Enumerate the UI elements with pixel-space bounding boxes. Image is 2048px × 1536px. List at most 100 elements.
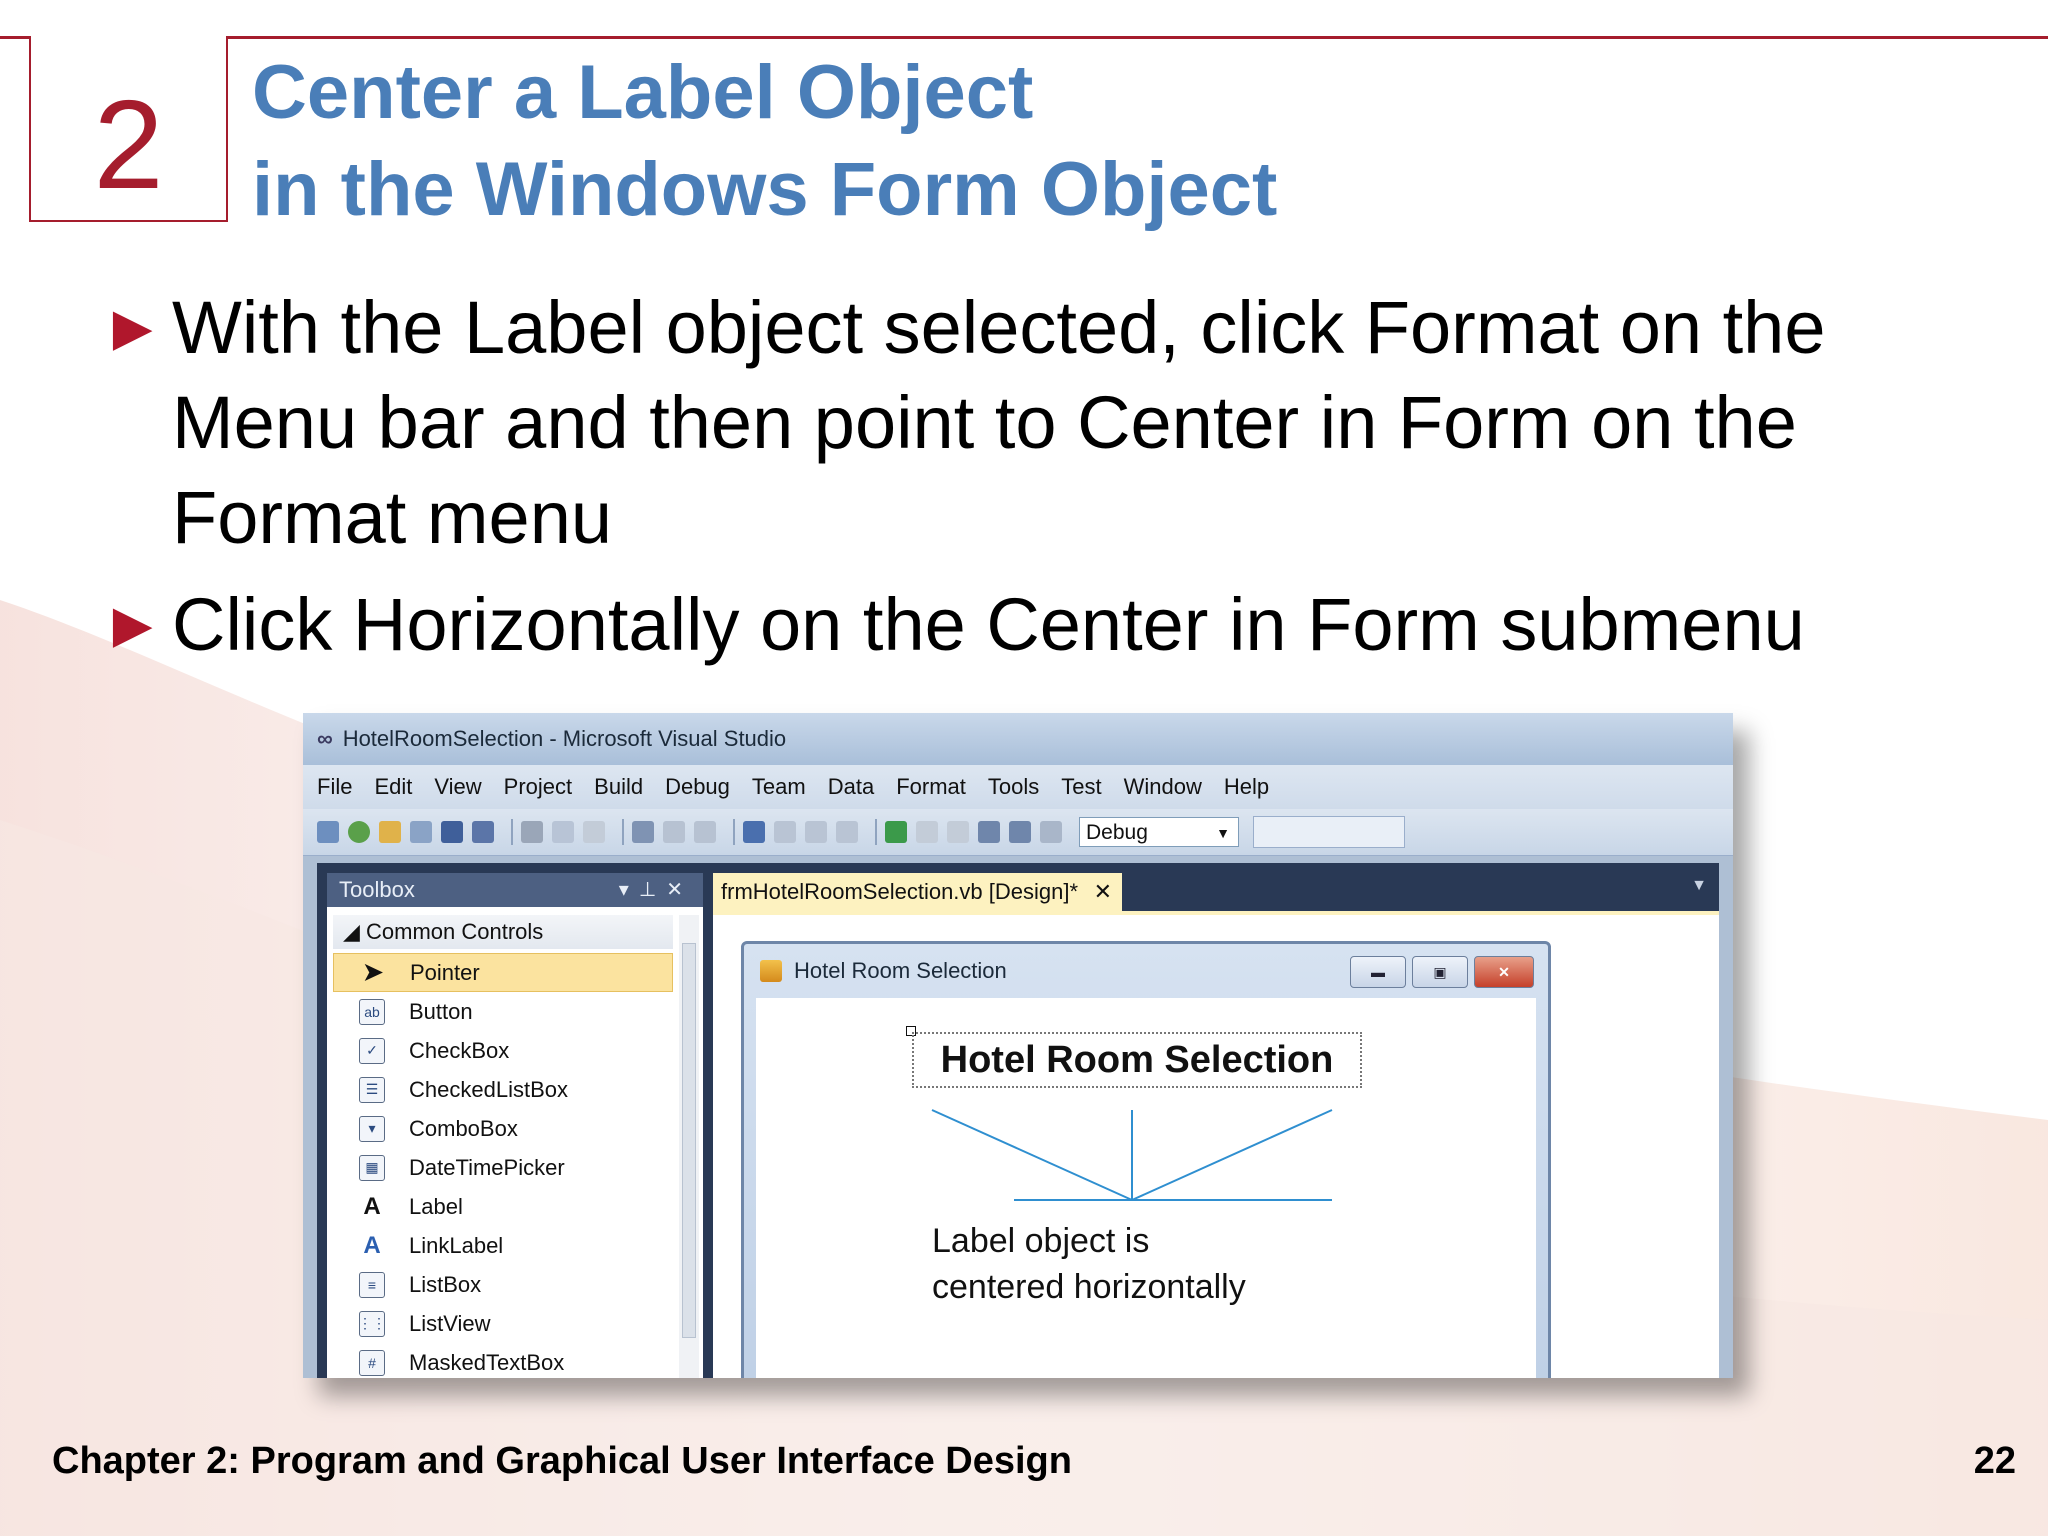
paste-icon[interactable]	[583, 821, 605, 843]
close-icon[interactable]: ✕	[1094, 873, 1112, 911]
solution-config-select[interactable]: Debug ▼	[1079, 817, 1239, 847]
toolbox-item-label[interactable]: A Label	[333, 1187, 673, 1226]
toolbox-item-label: ListView	[409, 1310, 491, 1336]
chevron-down-icon[interactable]: ▼	[1691, 877, 1707, 895]
form-icon	[760, 960, 782, 982]
menu-tools[interactable]: Tools	[988, 774, 1039, 800]
navigate-forward-icon[interactable]	[836, 821, 858, 843]
breakpoint-icon[interactable]	[1009, 821, 1031, 843]
menu-window[interactable]: Window	[1124, 774, 1202, 800]
toolbox-item-listview[interactable]: ⋮⋮ ListView	[333, 1304, 673, 1343]
toolbox-item-label: ComboBox	[409, 1115, 518, 1141]
start-debugging-icon[interactable]	[885, 821, 907, 843]
design-canvas: Hotel Room Selection ▬ ▣ ✕ Hotel Room Se…	[713, 911, 1719, 1378]
toolbox-scrollbar[interactable]	[679, 915, 699, 1378]
toolbox-panel: Toolbox ▾⊥✕ ◢ Common Controls ➤ Pointer …	[327, 873, 703, 1378]
chevron-down-icon: ▼	[1216, 825, 1230, 841]
header-rule	[0, 36, 2048, 39]
toolbox-window-controls[interactable]: ▾⊥✕	[619, 873, 693, 907]
navigate-back-icon[interactable]	[805, 821, 827, 843]
minimize-icon[interactable]: ▬	[1350, 956, 1406, 988]
menu-project[interactable]: Project	[504, 774, 572, 800]
toolbar-separator	[511, 819, 513, 845]
vs-toolbar: Debug ▼	[303, 809, 1733, 856]
toolbox-list: ➤ Pointer ab Button ✓ CheckBox ☰ Checked…	[333, 953, 673, 1378]
callout-text: Label object is centered horizontally	[932, 1218, 1246, 1310]
platform-select[interactable]	[1253, 816, 1405, 848]
menu-edit[interactable]: Edit	[374, 774, 412, 800]
toolbox-item-label: ListBox	[409, 1271, 482, 1297]
checkbox-icon: ✓	[359, 1037, 385, 1064]
grid-icon[interactable]	[410, 821, 432, 843]
indent-icon[interactable]	[1040, 821, 1062, 843]
windows-form[interactable]: Hotel Room Selection ▬ ▣ ✕ Hotel Room Se…	[741, 941, 1551, 1378]
save-all-icon[interactable]	[472, 821, 494, 843]
stop-icon[interactable]	[947, 821, 969, 843]
new-project-icon[interactable]	[317, 821, 339, 843]
pause-icon[interactable]	[916, 821, 938, 843]
toolbox-group-label: Common Controls	[366, 919, 544, 944]
document-tabstrip: frmHotelRoomSelection.vb [Design]* ✕ ▼	[713, 873, 1719, 911]
cut-icon[interactable]	[521, 821, 543, 843]
label-icon: A	[363, 1192, 381, 1220]
add-item-icon[interactable]	[348, 821, 370, 843]
vs-titlebar: ∞ HotelRoomSelection - Microsoft Visual …	[303, 713, 1733, 765]
toolbox-group-common-controls[interactable]: ◢ Common Controls	[333, 915, 673, 949]
menu-team[interactable]: Team	[752, 774, 806, 800]
menu-view[interactable]: View	[434, 774, 481, 800]
redo-icon[interactable]	[774, 821, 796, 843]
slide-title-line1: Center a Label Object	[252, 50, 1034, 135]
step-icon[interactable]	[978, 821, 1000, 843]
menu-debug[interactable]: Debug	[665, 774, 730, 800]
copy-icon[interactable]	[552, 821, 574, 843]
close-icon[interactable]: ✕	[1474, 956, 1534, 988]
vs-menubar: File Edit View Project Build Debug Team …	[303, 765, 1733, 809]
find-icon[interactable]	[632, 821, 654, 843]
bullet-arrow-icon: ►	[100, 290, 166, 364]
callout-lines	[931, 1109, 1333, 1201]
form-window-buttons: ▬ ▣ ✕	[1344, 956, 1534, 988]
menu-build[interactable]: Build	[594, 774, 643, 800]
callout-line2: centered horizontally	[932, 1268, 1246, 1306]
open-folder-icon[interactable]	[379, 821, 401, 843]
undo-icon[interactable]	[743, 821, 765, 843]
toolbox-item-checkbox[interactable]: ✓ CheckBox	[333, 1031, 673, 1070]
pointer-icon: ➤	[362, 959, 384, 986]
menu-format[interactable]: Format	[896, 774, 966, 800]
bullet-item: ► With the Label object selected, click …	[100, 280, 2020, 565]
solution-config-value: Debug	[1086, 821, 1148, 844]
tab-label: frmHotelRoomSelection.vb [Design]*	[721, 879, 1079, 904]
toolbox-item-linklabel[interactable]: A LinkLabel	[333, 1226, 673, 1265]
uncomment-icon[interactable]	[694, 821, 716, 843]
toolbox-item-combobox[interactable]: ▾ ComboBox	[333, 1109, 673, 1148]
menu-test[interactable]: Test	[1061, 774, 1101, 800]
toolbox-item-maskedtextbox[interactable]: # MaskedTextBox	[333, 1343, 673, 1378]
toolbar-separator	[875, 819, 877, 845]
bullet-text: Click Horizontally on the Center in Form…	[172, 583, 1805, 666]
menu-data[interactable]: Data	[828, 774, 874, 800]
bullet-list: ► With the Label object selected, click …	[100, 280, 2020, 684]
toolbar-separator	[733, 819, 735, 845]
maximize-icon[interactable]: ▣	[1412, 956, 1468, 988]
toolbox-item-checkedlistbox[interactable]: ☰ CheckedListBox	[333, 1070, 673, 1109]
listbox-icon: ≡	[359, 1271, 385, 1298]
toolbox-item-pointer[interactable]: ➤ Pointer	[333, 953, 673, 992]
menu-help[interactable]: Help	[1224, 774, 1269, 800]
toolbox-item-label: CheckedListBox	[409, 1076, 568, 1102]
toolbox-item-button[interactable]: ab Button	[333, 992, 673, 1031]
toolbox-item-label: Label	[409, 1193, 463, 1219]
linklabel-icon: A	[363, 1231, 381, 1259]
menu-file[interactable]: File	[317, 774, 352, 800]
slide-title-line2: in the Windows Form Object	[252, 147, 1278, 232]
checkedlistbox-icon: ☰	[359, 1076, 385, 1103]
toolbox-item-label: CheckBox	[409, 1037, 510, 1063]
bullet-text: With the Label object selected, click Fo…	[172, 286, 1826, 559]
toolbox-item-listbox[interactable]: ≡ ListBox	[333, 1265, 673, 1304]
save-icon[interactable]	[441, 821, 463, 843]
callout-line1: Label object is	[932, 1222, 1150, 1260]
chapter-number-box: 2	[29, 36, 228, 222]
toolbox-item-datetimepicker[interactable]: ▦ DateTimePicker	[333, 1148, 673, 1187]
tab-form-design[interactable]: frmHotelRoomSelection.vb [Design]* ✕	[713, 873, 1123, 911]
comment-icon[interactable]	[663, 821, 685, 843]
scrollbar-thumb[interactable]	[682, 943, 696, 1338]
